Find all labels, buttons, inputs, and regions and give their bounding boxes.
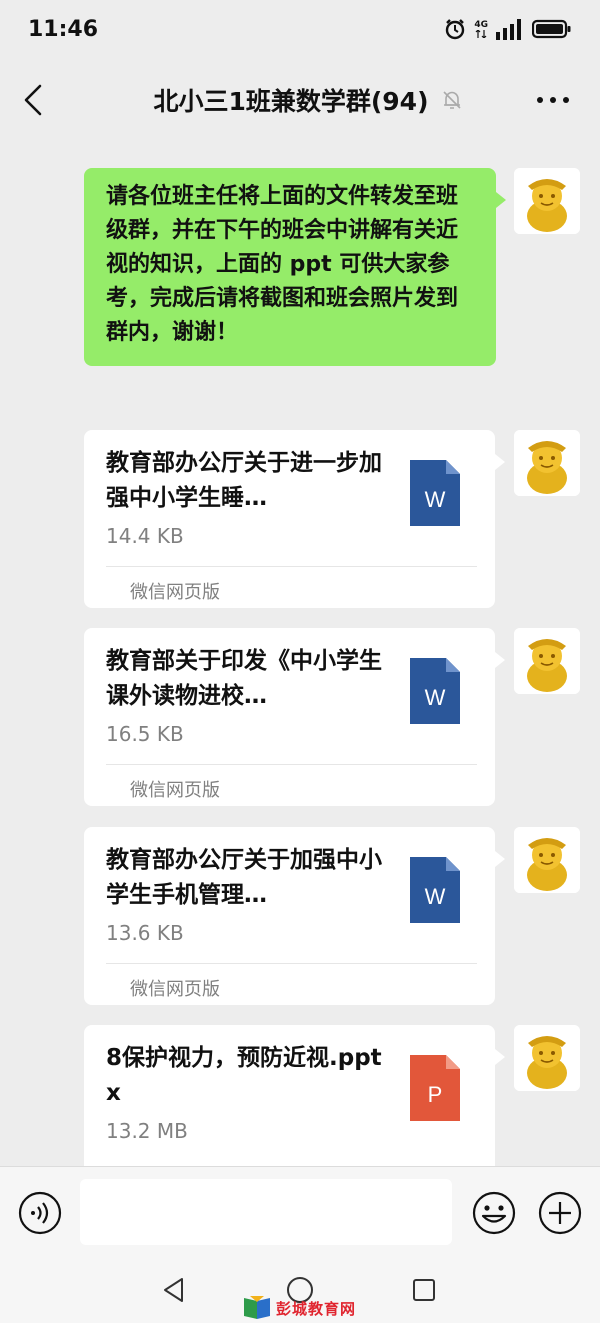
file-type-letter: W: [425, 487, 446, 512]
file-size: 14.4 KB: [106, 524, 184, 548]
bell-off-icon: [442, 91, 461, 109]
signal-icon: [496, 19, 521, 40]
file-size: 13.6 KB: [106, 921, 184, 945]
chat-header: 北小三1班兼数学群(94): [0, 62, 600, 138]
battery-icon: [532, 19, 571, 39]
message-list[interactable]: 请各位班主任将上面的文件转发至班级群，并在下午的班会中讲解有关近视的知识，上面的…: [0, 138, 600, 1166]
file-message-card[interactable]: 教育部办公厅关于加强中小学生手机管理… W 13.6 KB 微信网页版: [84, 827, 505, 1005]
word-file-icon: W: [410, 857, 460, 923]
file-message-card[interactable]: 8保护视力，预防近视.pptx P 13.2 MB: [84, 1025, 505, 1166]
plus-icon[interactable]: [538, 1191, 582, 1235]
word-file-icon: W: [410, 460, 460, 526]
avatar[interactable]: [514, 430, 580, 496]
emoji-icon[interactable]: [472, 1191, 516, 1235]
file-message-card[interactable]: 教育部关于印发《中小学生课外读物进校… W 16.5 KB 微信网页版: [84, 628, 505, 806]
powerpoint-file-icon: P: [410, 1055, 460, 1121]
message-input[interactable]: [80, 1179, 452, 1245]
book-logo-icon: [244, 1296, 270, 1319]
file-size: 13.2 MB: [106, 1119, 188, 1143]
voice-icon[interactable]: [18, 1191, 62, 1235]
file-source: 微信网页版: [130, 582, 220, 603]
ellipsis-icon[interactable]: [536, 96, 570, 104]
divider: [106, 963, 477, 964]
input-bar: [0, 1166, 600, 1257]
avatar-figure-icon: [514, 168, 580, 234]
file-source: 微信网页版: [130, 979, 220, 1000]
avatar-figure-icon: [514, 628, 580, 694]
word-file-icon: W: [410, 658, 460, 724]
file-name: 教育部办公厅关于加强中小学生手机管理…: [106, 847, 382, 908]
avatar-figure-icon: [514, 1025, 580, 1091]
file-message-card[interactable]: 教育部办公厅关于进一步加强中小学生睡… W 14.4 KB 微信网页版: [84, 430, 505, 608]
nav-back-icon[interactable]: [160, 1276, 188, 1304]
watermark-text: 彭城教育网: [276, 1299, 357, 1318]
nav-recent-apps-icon[interactable]: [412, 1278, 436, 1302]
avatar[interactable]: [514, 1025, 580, 1091]
file-type-letter: W: [425, 884, 446, 909]
chat-title-wrap: 北小三1班兼数学群(94): [0, 82, 600, 118]
text-message-bubble[interactable]: 请各位班主任将上面的文件转发至班级群，并在下午的班会中讲解有关近视的知识，上面的…: [84, 168, 506, 366]
status-icons: 4G: [444, 18, 572, 40]
avatar-figure-icon: [514, 430, 580, 496]
divider: [106, 566, 477, 567]
file-name: 教育部办公厅关于进一步加强中小学生睡…: [106, 450, 382, 511]
chat-title: 北小三1班兼数学群(94): [153, 87, 429, 116]
avatar[interactable]: [514, 628, 580, 694]
file-type-letter: W: [425, 685, 446, 710]
status-time: 11:46: [28, 17, 99, 42]
watermark: 彭城教育网: [242, 1296, 356, 1320]
file-source: 微信网页版: [130, 780, 220, 801]
file-name: 8保护视力，预防近视.pptx: [106, 1045, 382, 1106]
avatar-figure-icon: [514, 827, 580, 893]
status-bar: 11:46 4G: [0, 0, 600, 62]
file-name: 教育部关于印发《中小学生课外读物进校…: [106, 648, 382, 709]
alarm-icon: [446, 19, 465, 40]
file-type-letter: P: [428, 1082, 443, 1107]
data-arrows-icon: [475, 29, 487, 38]
network-label: 4G: [474, 19, 488, 30]
divider: [106, 764, 477, 765]
file-size: 16.5 KB: [106, 722, 184, 746]
avatar[interactable]: [514, 168, 580, 234]
avatar[interactable]: [514, 827, 580, 893]
